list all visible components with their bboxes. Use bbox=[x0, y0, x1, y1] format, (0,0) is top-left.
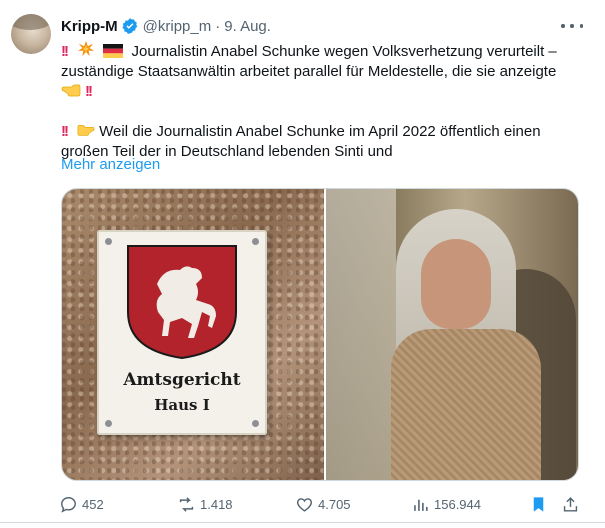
media-image-courthouse-sign[interactable]: Amtsgericht Haus I bbox=[62, 189, 324, 480]
repost-count: 1.418 bbox=[200, 496, 233, 512]
courthouse-sign: Amtsgericht Haus I bbox=[97, 230, 267, 435]
tweet-line-1: !! Journalistin Anabel Schunke wegen Vol… bbox=[61, 40, 581, 62]
action-bar: 452 1.418 4.705 156.944 bbox=[0, 492, 605, 516]
reply-count: 452 bbox=[82, 496, 104, 512]
share-button[interactable] bbox=[561, 492, 584, 516]
reply-icon bbox=[61, 496, 76, 513]
like-button[interactable]: 4.705 bbox=[295, 492, 351, 516]
author-handle[interactable]: @kripp_m bbox=[143, 18, 212, 35]
verified-badge-icon bbox=[122, 18, 137, 34]
bookmark-button[interactable] bbox=[529, 492, 552, 516]
repost-button[interactable]: 1.418 bbox=[177, 492, 233, 516]
coat-of-arms-horse-icon bbox=[127, 245, 237, 360]
pointing-hand-right-icon bbox=[77, 125, 95, 136]
tweet-text-line1: Journalistin Anabel Schunke wegen Volksv… bbox=[131, 43, 557, 60]
media-image-portrait[interactable] bbox=[326, 189, 578, 480]
sign-text-line2: Haus I bbox=[154, 396, 210, 414]
separator-dot: · bbox=[215, 17, 221, 35]
divider bbox=[0, 522, 605, 523]
german-flag-icon bbox=[103, 44, 124, 58]
tweet-line-4: !! Weil die Journalistin Anabel Schunke … bbox=[61, 122, 581, 142]
sign-text-line1: Amtsgericht bbox=[123, 370, 241, 390]
share-icon bbox=[563, 496, 578, 512]
like-icon bbox=[297, 497, 312, 512]
tweet-header: Kripp-M @kripp_m · 9. Aug. bbox=[61, 16, 271, 36]
explosion-icon bbox=[78, 40, 95, 57]
bookmark-icon bbox=[533, 496, 544, 512]
more-icon[interactable] bbox=[561, 18, 583, 34]
tweet-date[interactable]: 9. Aug. bbox=[224, 18, 271, 35]
pointing-hand-left-icon bbox=[61, 84, 81, 97]
show-more-link[interactable]: Mehr anzeigen bbox=[61, 156, 160, 173]
views-count: 156.944 bbox=[434, 496, 481, 512]
tweet-text: !! Journalistin Anabel Schunke wegen Vol… bbox=[61, 40, 581, 162]
double-exclamation-icon: !! bbox=[61, 123, 69, 140]
repost-icon bbox=[179, 496, 194, 512]
views-button[interactable]: 156.944 bbox=[411, 492, 481, 516]
like-count: 4.705 bbox=[318, 496, 351, 512]
double-exclamation-icon: !! bbox=[85, 83, 93, 100]
media-grid: Amtsgericht Haus I bbox=[61, 188, 579, 481]
tweet-text-line4: Weil die Journalistin Anabel Schunke im … bbox=[99, 123, 541, 140]
reply-button[interactable]: 452 bbox=[59, 492, 104, 516]
double-exclamation-icon: !! bbox=[61, 43, 69, 60]
tweet-text-line2: zuständige Staatsanwältin arbeitet paral… bbox=[61, 63, 557, 80]
author-name[interactable]: Kripp-M bbox=[61, 18, 118, 35]
avatar[interactable] bbox=[11, 14, 51, 54]
tweet-line-3: !! bbox=[61, 82, 581, 102]
views-icon bbox=[414, 499, 428, 511]
